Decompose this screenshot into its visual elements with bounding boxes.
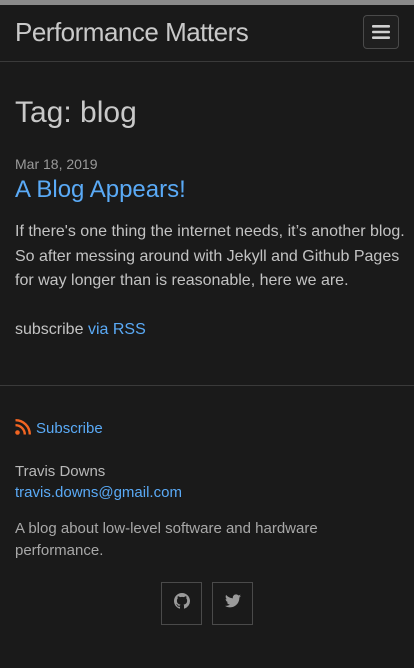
hamburger-icon xyxy=(372,24,390,40)
post-date: Mar 18, 2019 xyxy=(15,156,98,172)
subscribe-prefix: subscribe xyxy=(15,320,84,338)
social-links xyxy=(15,581,399,625)
github-button[interactable] xyxy=(161,581,202,625)
subscribe-label: Subscribe xyxy=(36,420,103,437)
site-title[interactable]: Performance Matters xyxy=(15,17,249,48)
rss-link[interactable]: via RSS xyxy=(88,321,146,338)
rss-icon xyxy=(15,418,36,439)
twitter-icon xyxy=(224,593,241,613)
main-content: Tag: blog Mar 18, 2019 A Blog Appears! I… xyxy=(0,96,414,339)
page-title: Tag: blog xyxy=(15,96,137,129)
post-excerpt: If there's one thing the internet needs,… xyxy=(15,223,405,289)
menu-button[interactable] xyxy=(363,15,399,49)
site-footer: Subscribe Travis Downs travis.downs@gmai… xyxy=(0,384,414,625)
twitter-button[interactable] xyxy=(212,581,253,625)
author-name: Travis Downs xyxy=(15,462,106,480)
subscribe-line: subscribe via RSS xyxy=(15,321,399,339)
post-title-link[interactable]: A Blog Appears! xyxy=(15,176,399,204)
site-description: A blog about low-level software and hard… xyxy=(15,519,318,559)
rss-subscribe-link[interactable]: Subscribe xyxy=(15,418,399,439)
author-email-link[interactable]: travis.downs@gmail.com xyxy=(15,484,399,501)
site-header: Performance Matters xyxy=(0,5,414,62)
github-icon xyxy=(173,592,190,614)
